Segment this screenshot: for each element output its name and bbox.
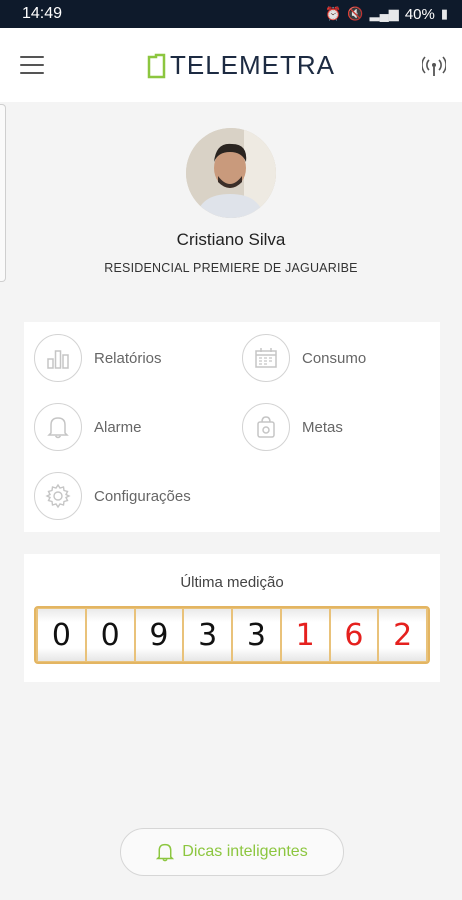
meter-digit: 9	[135, 609, 183, 661]
status-time: 14:49	[22, 5, 63, 22]
menu-item-consumo[interactable]: Consumo	[242, 334, 366, 382]
meter-digit-decimal: 2	[379, 609, 426, 661]
bell-icon	[34, 403, 82, 451]
target-bag-icon	[242, 403, 290, 451]
menu-item-label: Consumo	[302, 349, 367, 367]
user-place: RESIDENCIAL PREMIERE DE JAGUARIBE	[104, 261, 358, 275]
app-logo: TELEMETRA	[146, 50, 335, 81]
mute-icon: 🔇	[347, 6, 364, 21]
status-bar: 14:49 ⏰ 🔇 ▂▄▆ 40% ▮	[0, 0, 462, 28]
meter-odometer: 0 0 9 3 3 1 6 2	[34, 606, 430, 664]
tips-label: Dicas inteligentes	[182, 843, 308, 860]
menu-item-label: Metas	[302, 418, 343, 436]
avatar	[186, 128, 276, 218]
reading-card: Última medição 0 0 9 3 3 1 6 2	[24, 554, 440, 682]
app-bar: TELEMETRA	[0, 28, 462, 102]
menu-item-label: Alarme	[94, 418, 142, 436]
signal-icon: ▂▄▆	[369, 6, 399, 21]
menu-card: Relatórios Consumo Alarme Metas Configur…	[24, 322, 440, 532]
menu-item-relatorios[interactable]: Relatórios	[34, 334, 162, 382]
antenna-icon[interactable]	[422, 56, 446, 78]
menu-item-configuracoes[interactable]: Configurações	[34, 472, 191, 520]
tips-button[interactable]: Dicas inteligentes	[120, 828, 344, 876]
calendar-icon	[242, 334, 290, 382]
menu-item-metas[interactable]: Metas	[242, 403, 343, 451]
meter-digit-decimal: 6	[330, 609, 378, 661]
battery-icon: ▮	[440, 6, 448, 21]
meter-digit: 3	[233, 609, 280, 661]
logo-text: TELEMETRA	[170, 50, 336, 80]
alarm-icon: ⏰	[325, 6, 342, 21]
bell-icon	[156, 843, 175, 862]
battery-level: 40%	[404, 5, 435, 23]
hamburger-menu-icon[interactable]	[20, 56, 44, 74]
menu-item-label: Relatórios	[94, 349, 162, 367]
user-name: Cristiano Silva	[176, 230, 286, 249]
menu-item-alarme[interactable]: Alarme	[34, 403, 142, 451]
meter-digit: 3	[184, 609, 231, 661]
gear-icon	[34, 472, 82, 520]
status-icons: ⏰ 🔇 ▂▄▆ 40% ▮	[325, 6, 448, 23]
logo-mark-icon	[147, 53, 166, 78]
menu-item-label: Configurações	[94, 487, 191, 505]
meter-digit-decimal: 1	[281, 609, 329, 661]
meter-digit: 0	[86, 609, 134, 661]
meter-digit: 0	[38, 609, 85, 661]
reading-title: Última medição	[180, 574, 284, 591]
drawer-handle[interactable]	[0, 104, 6, 282]
bar-chart-icon	[34, 334, 82, 382]
